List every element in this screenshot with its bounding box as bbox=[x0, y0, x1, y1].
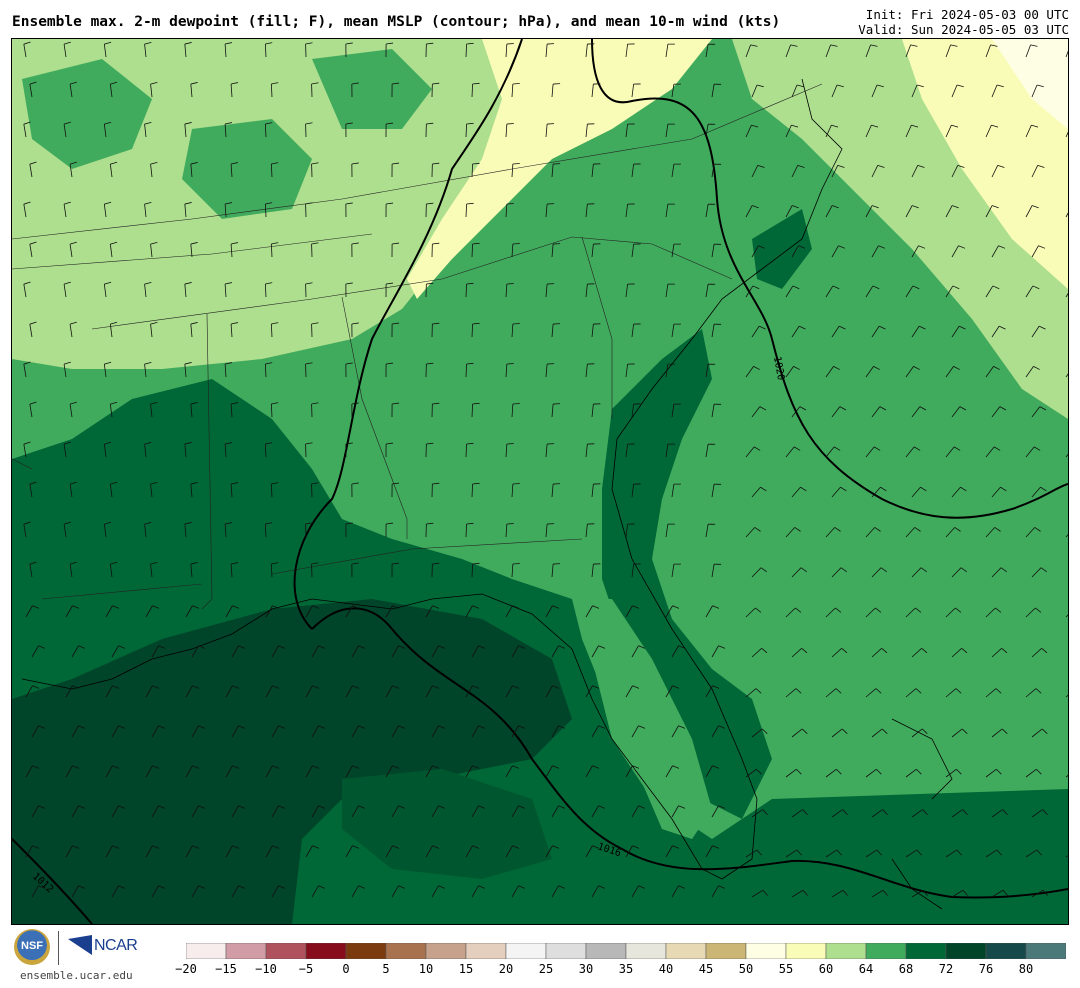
wind-barb-flag bbox=[512, 323, 520, 325]
colorbar-tick-label: 30 bbox=[578, 962, 594, 976]
wind-barb-flag bbox=[506, 523, 514, 525]
colorbar-segment bbox=[625, 943, 667, 959]
colorbar-tick-label: 45 bbox=[698, 962, 714, 976]
colorbar-segment bbox=[825, 943, 867, 959]
wind-barb-flag bbox=[506, 443, 514, 445]
colorbar-segment bbox=[505, 943, 547, 959]
colorbar-segment bbox=[345, 943, 387, 959]
init-time: Init: Fri 2024-05-03 00 UTC bbox=[865, 7, 1069, 22]
colorbar-segment bbox=[225, 943, 267, 959]
colorbar-segment bbox=[545, 943, 587, 959]
colorbar bbox=[186, 943, 1066, 959]
wind-barb-flag bbox=[512, 403, 520, 405]
colorbar-segment bbox=[665, 943, 707, 959]
colorbar-tick-label: 15 bbox=[458, 962, 474, 976]
colorbar-tick-label: 76 bbox=[978, 962, 994, 976]
colorbar-segment bbox=[865, 943, 907, 959]
colorbar-tick-label: 5 bbox=[382, 962, 390, 976]
wind-barb-flag bbox=[506, 123, 514, 125]
wind-barb-flag bbox=[512, 483, 520, 485]
colorbar-tick-label: 80 bbox=[1018, 962, 1034, 976]
colorbar-tick-label: 64 bbox=[858, 962, 874, 976]
wind-barb-flag bbox=[506, 203, 514, 205]
colorbar-tick-label: 72 bbox=[938, 962, 954, 976]
wind-barb-flag bbox=[506, 43, 514, 45]
colorbar-segment bbox=[785, 943, 827, 959]
colorbar-segment bbox=[1025, 943, 1066, 959]
map-canvas: 1020 1016 1012 bbox=[12, 39, 1068, 924]
wind-barb-flag bbox=[512, 163, 520, 165]
ncar-logo-icon bbox=[68, 935, 92, 955]
wind-barb-flag bbox=[512, 563, 520, 565]
colorbar-tick-label: 35 bbox=[618, 962, 634, 976]
ncar-logo-text: NCAR bbox=[94, 937, 138, 954]
nsf-logo: NSF bbox=[14, 929, 50, 965]
colorbar-segment bbox=[385, 943, 427, 959]
colorbar-segment bbox=[745, 943, 787, 959]
colorbar-tick-label: −15 bbox=[215, 962, 237, 976]
colorbar-segment bbox=[265, 943, 307, 959]
wind-barb-flag bbox=[512, 243, 520, 245]
colorbar-tick-label: 50 bbox=[738, 962, 754, 976]
colorbar-tick-label: −5 bbox=[298, 962, 314, 976]
colorbar-tick-label: 20 bbox=[498, 962, 514, 976]
colorbar-segment bbox=[186, 943, 227, 959]
logo-area: NSF NCAR ensemble.ucar.edu bbox=[14, 929, 174, 984]
colorbar-tick-label: 25 bbox=[538, 962, 554, 976]
colorbar-tick-label: 68 bbox=[898, 962, 914, 976]
colorbar-segment bbox=[305, 943, 347, 959]
colorbar-segment bbox=[425, 943, 467, 959]
colorbar-segment bbox=[585, 943, 627, 959]
colorbar-tick-label: 40 bbox=[658, 962, 674, 976]
colorbar-tick-label: 10 bbox=[418, 962, 434, 976]
site-url: ensemble.ucar.edu bbox=[20, 969, 133, 982]
run-times: Init: Fri 2024-05-03 00 UTC Valid: Sun 2… bbox=[858, 7, 1069, 37]
colorbar-segment bbox=[905, 943, 947, 959]
colorbar-tick-label: 55 bbox=[778, 962, 794, 976]
map-title: Ensemble max. 2-m dewpoint (fill; F), me… bbox=[12, 14, 781, 30]
wind-barb-flag bbox=[512, 83, 520, 85]
dewpoint-map: 1020 1016 1012 bbox=[11, 38, 1069, 925]
colorbar-segment bbox=[705, 943, 747, 959]
colorbar-tick-label: −10 bbox=[255, 962, 277, 976]
wind-barb-flag bbox=[506, 363, 514, 365]
logo-divider bbox=[58, 931, 59, 965]
valid-time: Valid: Sun 2024-05-05 03 UTC bbox=[858, 22, 1069, 37]
colorbar-segment bbox=[985, 943, 1027, 959]
wind-barb-flag bbox=[506, 283, 514, 285]
colorbar-segment bbox=[465, 943, 507, 959]
colorbar-tick-label: −20 bbox=[175, 962, 197, 976]
colorbar-tick-label: 0 bbox=[342, 962, 350, 976]
colorbar-segment bbox=[945, 943, 987, 959]
colorbar-tick-label: 60 bbox=[818, 962, 834, 976]
